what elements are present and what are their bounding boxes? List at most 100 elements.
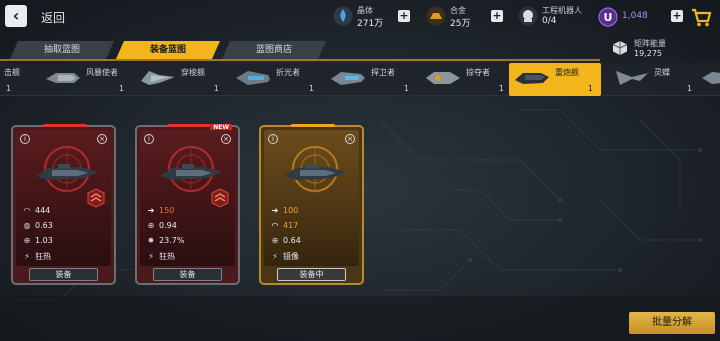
back-label[interactable]: 返回: [41, 9, 65, 26]
equip-button[interactable]: 装备: [29, 268, 98, 281]
stat-row: ⊕ 0.94: [146, 221, 177, 232]
ship-count: 1: [403, 84, 409, 93]
crit-icon: ✸: [147, 236, 155, 245]
rarity-glow: [43, 124, 87, 127]
armor-icon: ◠: [271, 221, 279, 230]
crystal-name: 晶体: [357, 6, 373, 15]
tab-equip-blueprints[interactable]: 装备蓝图: [116, 41, 220, 59]
ship-thumbnail: [141, 71, 175, 85]
tab-blueprint-shop[interactable]: 蓝图商店: [222, 41, 326, 59]
stat-row: ⚡ 狂热: [146, 251, 175, 262]
ship-item[interactable]: [696, 63, 720, 96]
stat-value: 150: [159, 206, 175, 215]
top-bar: ‹ 返回 晶体 271万 + 合金 25万 + 工程机器人 0/4 U 1,04…: [0, 0, 720, 34]
ship-thumbnail: [331, 72, 365, 85]
stat-value: 417: [283, 221, 299, 230]
add-alloy-button[interactable]: +: [491, 10, 503, 22]
ship-count: 1: [308, 84, 314, 93]
bulk-decompose-button[interactable]: 批量分解: [629, 312, 715, 334]
alloy-name: 合金: [450, 6, 466, 15]
ship-thumbnail: [426, 72, 460, 84]
ship-name: 掠夺者: [466, 68, 490, 77]
ship-name: 折光者: [276, 68, 300, 77]
stat-value: 镜像: [283, 252, 299, 261]
stat-value: 444: [35, 206, 51, 215]
premium-value: 1,048: [622, 11, 648, 21]
ship-name: 击舰: [4, 68, 20, 77]
stat-value: 0.64: [283, 236, 301, 245]
ship-count: 1: [498, 84, 504, 93]
alloy-icon: [426, 6, 446, 26]
ship-item-selected[interactable]: 重炮舰 1: [509, 63, 601, 96]
ship-item[interactable]: 穿梭舰 1: [135, 63, 227, 96]
close-icon[interactable]: ×: [97, 134, 107, 144]
speed-arrow-icon: ➔: [147, 206, 155, 215]
stat-value: 100: [283, 206, 299, 215]
ship-count: 1: [118, 84, 124, 93]
add-premium-button[interactable]: +: [671, 10, 683, 22]
tab-draw-blueprints[interactable]: 抽取蓝图: [10, 41, 114, 59]
shopping-cart-icon[interactable]: [690, 6, 712, 28]
armor-icon: ◠: [23, 206, 31, 215]
ship-name: 重炮舰: [555, 68, 579, 77]
crystal-icon: [333, 6, 353, 26]
matrix-energy-value: 19,275: [634, 49, 662, 58]
stat-row: ➔ 150: [146, 206, 175, 217]
stat-value: 23.7%: [159, 236, 185, 245]
stat-value: 狂热: [35, 252, 51, 261]
info-icon[interactable]: i: [268, 134, 278, 144]
blueprint-card-equipped[interactable]: i × ➔ 100 ◠ 417 ⊕ 0.64 ⚡ 镜像 装备中: [259, 124, 364, 285]
ship-count: 1: [686, 84, 692, 93]
stat-row: ⚡ 镜像: [270, 251, 299, 262]
info-icon[interactable]: i: [144, 134, 154, 144]
stat-value: 0.63: [35, 221, 53, 230]
equipped-button[interactable]: 装备中: [277, 268, 346, 281]
close-icon[interactable]: ×: [221, 134, 231, 144]
chevron-left-icon: ‹: [12, 6, 20, 25]
ship-name: 灵蝶: [654, 68, 670, 77]
ship-count: 1: [213, 84, 219, 93]
stat-row: ◍ 0.63: [22, 221, 53, 232]
back-button[interactable]: ‹: [5, 5, 27, 27]
ship-name: 风暴使者: [86, 68, 118, 77]
u-coin-icon: U: [598, 7, 618, 27]
stat-row: ⊕ 0.64: [270, 236, 301, 247]
ship-item[interactable]: 灵蝶 1: [608, 63, 700, 96]
ship-icon: [160, 164, 222, 180]
blueprint-card[interactable]: i × ◠ 444 ◍ 0.63 ⊕ 1.03 ⚡ 狂热 装备: [11, 124, 116, 285]
tab-underline: [0, 59, 600, 61]
close-icon[interactable]: ×: [345, 134, 355, 144]
robot-name: 工程机器人: [542, 6, 582, 15]
ship-icon: [36, 164, 98, 180]
stat-value: 1.03: [35, 236, 53, 245]
ship-item[interactable]: 捍卫者 1: [325, 63, 417, 96]
info-icon[interactable]: i: [20, 134, 30, 144]
ship-name: 捍卫者: [371, 68, 395, 77]
ship-item[interactable]: 折光者 1: [230, 63, 322, 96]
alloy-value: 25万: [450, 19, 471, 29]
ship-thumbnail: [702, 72, 720, 84]
cube-icon: [612, 41, 628, 55]
add-crystal-button[interactable]: +: [398, 10, 410, 22]
crosshair-icon: ⊕: [271, 236, 279, 245]
stat-value: 狂热: [159, 252, 175, 261]
bottom-panel: [0, 296, 720, 341]
stat-row: ◠ 417: [270, 221, 299, 232]
speed-arrow-icon: ➔: [271, 206, 279, 215]
crystal-value: 271万: [357, 19, 384, 29]
stat-row: ➔ 100: [270, 206, 299, 217]
stat-value: 0.94: [159, 221, 177, 230]
ship-thumbnail: [46, 73, 80, 83]
card-body: i × ◠ 444 ◍ 0.63 ⊕ 1.03 ⚡ 狂热: [16, 130, 111, 266]
crosshair-icon: ⊕: [23, 236, 31, 245]
ship-item[interactable]: 风暴使者 1: [40, 63, 132, 96]
rarity-glow: [167, 124, 211, 127]
equip-button[interactable]: 装备: [153, 268, 222, 281]
ship-item[interactable]: 掠夺者 1: [420, 63, 512, 96]
ship-thumbnail: [236, 71, 270, 85]
ship-icon: [284, 164, 346, 180]
card-body: i × ➔ 150 ⊕ 0.94 ✸ 23.7% ⚡ 狂热: [140, 130, 235, 266]
shield-icon: ◍: [23, 221, 31, 230]
rank-chevron-icon: [87, 188, 105, 208]
blueprint-card[interactable]: NEW i × ➔ 150 ⊕ 0.94 ✸ 23.7% ⚡ 狂热 装备: [135, 124, 240, 285]
